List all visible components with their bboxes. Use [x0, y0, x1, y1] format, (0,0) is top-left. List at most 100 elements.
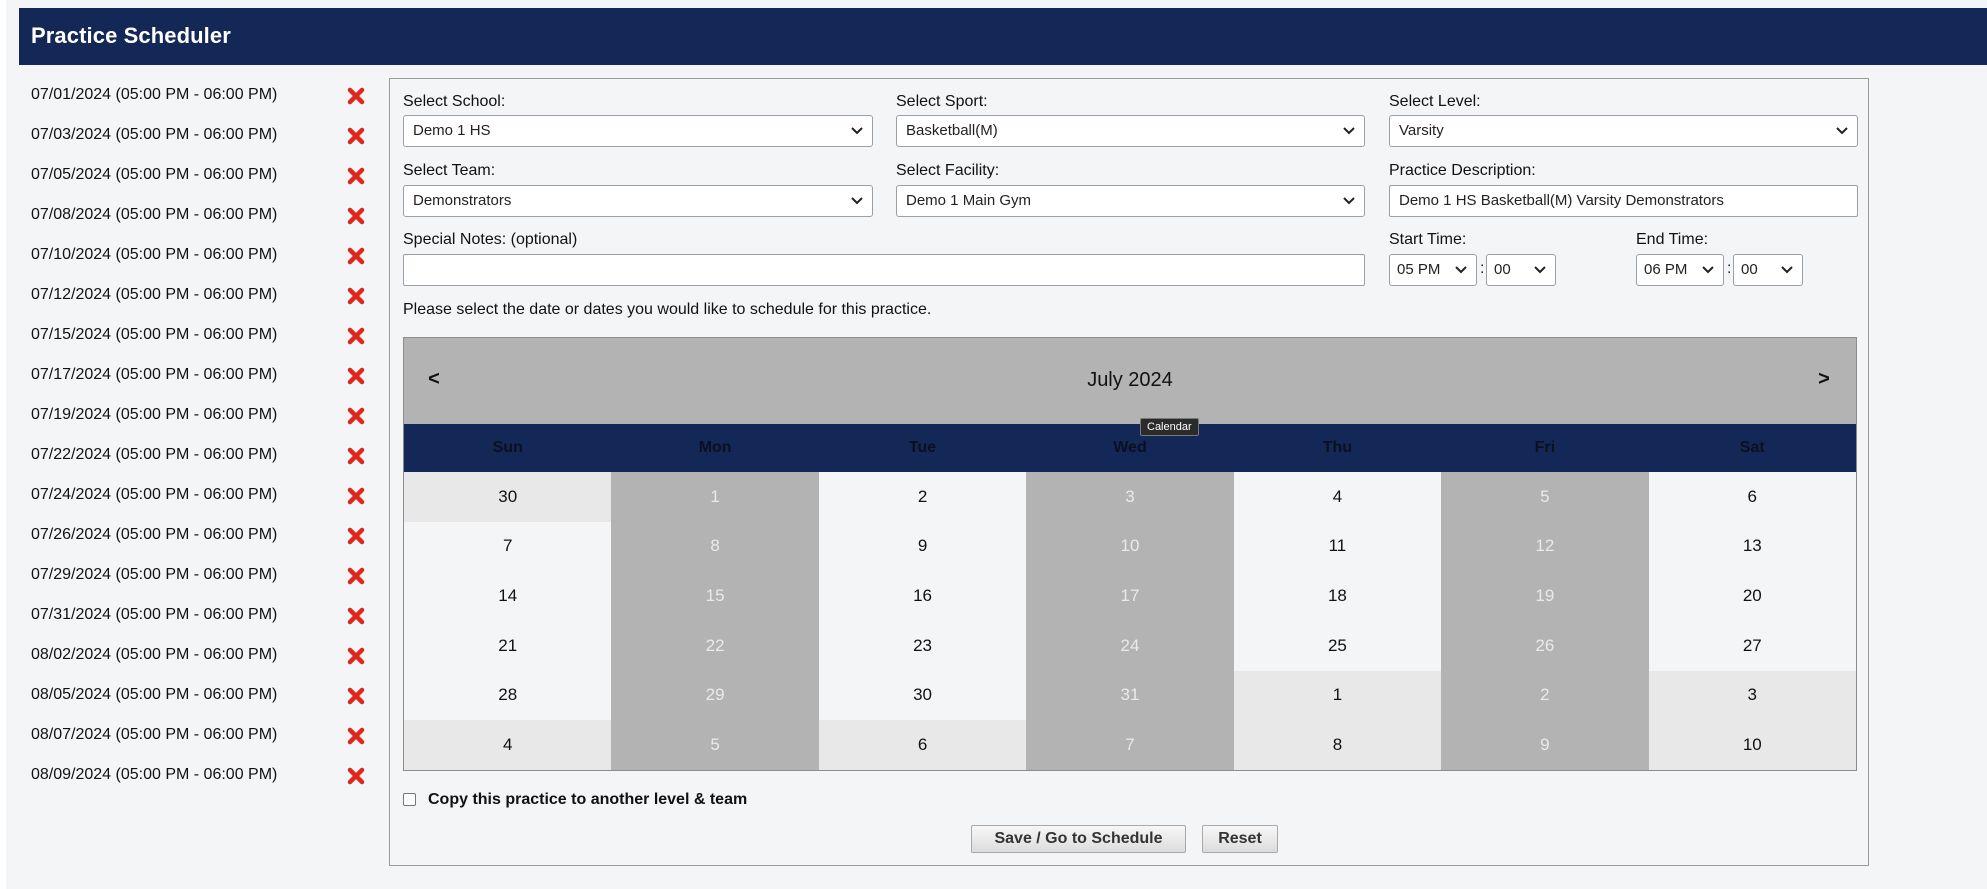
calendar-day[interactable]: 6 [1648, 472, 1856, 522]
calendar-day-selected[interactable]: 19 [1441, 571, 1649, 621]
remove-practice-icon[interactable] [345, 485, 367, 507]
start-hour-select[interactable]: 05 PM [1389, 254, 1477, 286]
remove-practice-icon[interactable] [345, 445, 367, 467]
calendar-day[interactable]: 14 [404, 571, 612, 621]
practice-list-item: 07/05/2024 (05:00 PM - 06:00 PM) [31, 159, 371, 199]
calendar-day-selected[interactable]: 29 [611, 670, 819, 721]
school-select[interactable]: Demo 1 HS [403, 115, 873, 147]
facility-select[interactable]: Demo 1 Main Gym [896, 185, 1365, 217]
calendar-day-selected[interactable]: 3 [1026, 472, 1234, 522]
calendar-day[interactable]: 10 [1648, 720, 1856, 770]
calendar-day-selected[interactable]: 8 [611, 521, 819, 572]
calendar-day[interactable]: 6 [818, 720, 1027, 770]
calendar-day[interactable]: 30 [818, 670, 1027, 721]
calendar-day[interactable]: 18 [1233, 571, 1442, 621]
remove-practice-icon[interactable] [345, 125, 367, 147]
remove-practice-icon[interactable] [345, 85, 367, 107]
remove-practice-icon[interactable] [345, 245, 367, 267]
practice-date-label: 07/22/2024 (05:00 PM - 06:00 PM) [31, 446, 278, 463]
calendar-day[interactable]: 30 [404, 472, 612, 522]
remove-practice-icon[interactable] [345, 165, 367, 187]
remove-practice-icon[interactable] [345, 685, 367, 707]
level-select-value: Varsity [1399, 122, 1444, 139]
calendar-day-selected[interactable]: 17 [1026, 571, 1234, 621]
calendar-day-selected[interactable]: 10 [1026, 521, 1234, 572]
remove-practice-icon[interactable] [345, 405, 367, 427]
calendar-day[interactable]: 8 [1233, 720, 1442, 770]
calendar-day-selected[interactable]: 5 [611, 720, 819, 770]
calendar-day[interactable]: 27 [1648, 621, 1856, 671]
practice-list-item: 07/19/2024 (05:00 PM - 06:00 PM) [31, 399, 371, 439]
notes-label: Special Notes: (optional) [403, 231, 578, 248]
calendar-day[interactable]: 23 [818, 621, 1027, 671]
team-select-value: Demonstrators [413, 192, 512, 209]
chevron-down-icon [1343, 127, 1355, 135]
team-select[interactable]: Demonstrators [403, 185, 873, 217]
sport-label: Select Sport: [896, 93, 988, 110]
remove-practice-icon[interactable] [345, 525, 367, 547]
reset-button[interactable]: Reset [1202, 825, 1278, 853]
sport-select-value: Basketball(M) [906, 122, 998, 139]
calendar-day[interactable]: 11 [1233, 521, 1442, 572]
calendar-day-selected[interactable]: 24 [1026, 621, 1234, 671]
remove-practice-icon[interactable] [345, 285, 367, 307]
remove-practice-icon[interactable] [345, 605, 367, 627]
remove-practice-icon[interactable] [345, 325, 367, 347]
calendar-day[interactable]: 1 [1233, 670, 1442, 721]
school-select-value: Demo 1 HS [413, 122, 491, 139]
calendar-day-selected[interactable]: 5 [1441, 472, 1649, 522]
end-minute-select[interactable]: 00 [1733, 254, 1803, 286]
save-go-to-schedule-button[interactable]: Save / Go to Schedule [971, 825, 1186, 853]
remove-practice-icon[interactable] [345, 645, 367, 667]
practice-list-item: 07/24/2024 (05:00 PM - 06:00 PM) [31, 479, 371, 519]
calendar-day-selected[interactable]: 15 [611, 571, 819, 621]
remove-practice-icon[interactable] [345, 765, 367, 787]
calendar-day[interactable]: 16 [818, 571, 1027, 621]
description-input[interactable]: Demo 1 HS Basketball(M) Varsity Demonstr… [1389, 185, 1858, 217]
end-time-label: End Time: [1636, 231, 1709, 248]
start-minute-select[interactable]: 00 [1486, 254, 1556, 286]
calendar-day-selected[interactable]: 2 [1441, 670, 1649, 721]
remove-practice-icon[interactable] [345, 725, 367, 747]
calendar-day[interactable]: 13 [1648, 521, 1856, 572]
start-hour-value: 05 PM [1397, 261, 1441, 278]
chevron-down-icon [1455, 266, 1467, 274]
remove-practice-icon[interactable] [345, 365, 367, 387]
calendar-day-selected[interactable]: 1 [611, 472, 819, 522]
calendar-day[interactable]: 28 [404, 670, 612, 721]
chevron-down-icon [851, 197, 863, 205]
time-separator: : [1480, 260, 1485, 277]
practice-list-item: 07/08/2024 (05:00 PM - 06:00 PM) [31, 199, 371, 239]
practice-date-label: 07/24/2024 (05:00 PM - 06:00 PM) [31, 486, 278, 503]
practice-list-item: 07/03/2024 (05:00 PM - 06:00 PM) [31, 119, 371, 159]
copy-practice-checkbox[interactable] [403, 793, 416, 806]
remove-practice-icon[interactable] [345, 565, 367, 587]
calendar-day-selected[interactable]: 26 [1441, 621, 1649, 671]
calendar-day[interactable]: 4 [404, 720, 612, 770]
level-select[interactable]: Varsity [1389, 115, 1858, 147]
next-month-button[interactable]: > [1812, 368, 1836, 391]
weekday-header: Sun Mon Tue Wed Thu Fri Sat [404, 424, 1856, 472]
calendar-day-selected[interactable]: 22 [611, 621, 819, 671]
calendar-day[interactable]: 25 [1233, 621, 1442, 671]
copy-practice-label: Copy this practice to another level & te… [428, 791, 748, 808]
time-separator: : [1727, 260, 1732, 277]
calendar-day[interactable]: 20 [1648, 571, 1856, 621]
calendar-day-selected[interactable]: 7 [1026, 720, 1234, 770]
remove-practice-icon[interactable] [345, 205, 367, 227]
end-hour-select[interactable]: 06 PM [1636, 254, 1724, 286]
calendar-day-selected[interactable]: 12 [1441, 521, 1649, 572]
practice-list-item: 07/17/2024 (05:00 PM - 06:00 PM) [31, 359, 371, 399]
calendar-day[interactable]: 7 [404, 521, 612, 572]
calendar-day[interactable]: 9 [818, 521, 1027, 572]
calendar-day-selected[interactable]: 31 [1026, 670, 1234, 721]
calendar-day-selected[interactable]: 9 [1441, 720, 1649, 770]
calendar-day[interactable]: 4 [1233, 472, 1442, 522]
chevron-down-icon [1781, 266, 1793, 274]
calendar-day[interactable]: 3 [1648, 670, 1856, 721]
notes-input[interactable] [403, 254, 1365, 286]
calendar-day[interactable]: 2 [818, 472, 1027, 522]
calendar-day[interactable]: 21 [404, 621, 612, 671]
sport-select[interactable]: Basketball(M) [896, 115, 1365, 147]
practice-date-label: 07/10/2024 (05:00 PM - 06:00 PM) [31, 246, 278, 263]
